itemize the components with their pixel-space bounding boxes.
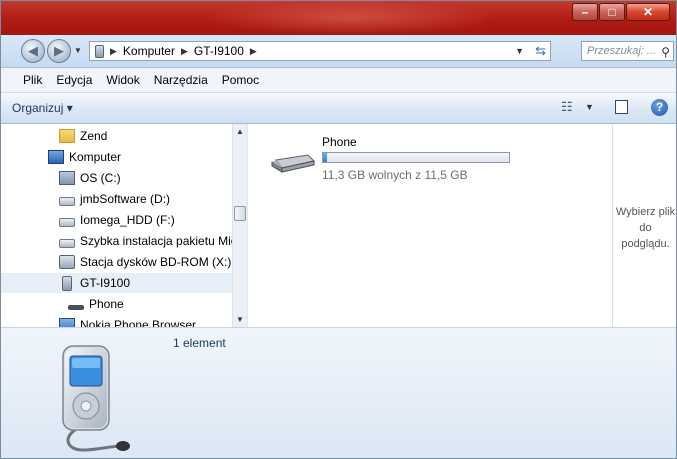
forward-arrow-icon: ▶ — [54, 43, 64, 58]
forward-button[interactable]: ▶ — [47, 39, 71, 63]
system-drive-icon — [59, 171, 75, 185]
history-dropdown-icon[interactable]: ▼ — [74, 46, 82, 55]
tree-item-bd-rom-x[interactable]: Stacja dysków BD-ROM (X:) — [1, 252, 247, 272]
tree-item-label: Iomega_HDD (F:) — [80, 213, 175, 227]
breadcrumb-gt-i9100[interactable]: GT-I9100 — [194, 44, 244, 58]
tree-item-szybka-instalacja[interactable]: Szybka instalacja pakietu Mic — [1, 231, 247, 251]
bd-rom-icon — [59, 255, 75, 269]
phone-location-icon — [95, 44, 104, 58]
phone-icon — [62, 275, 72, 291]
scroll-down-icon[interactable]: ▼ — [235, 315, 245, 324]
tree-item-phone[interactable]: Phone — [1, 294, 247, 314]
maximize-icon: □ — [608, 5, 616, 19]
window-controls: – □ ✕ — [571, 3, 670, 23]
address-bar[interactable]: ▶ Komputer ▶ GT-I9100 ▶ ▼ ⇆ — [89, 41, 551, 61]
minimize-button[interactable]: – — [572, 3, 598, 21]
minimize-icon: – — [581, 5, 589, 19]
view-dropdown-icon[interactable]: ▼ — [585, 102, 594, 112]
breadcrumb-komputer[interactable]: Komputer — [123, 44, 175, 58]
command-bar: Organizuj ▾ ☷ ▼ ? — [1, 93, 676, 124]
computer-icon — [48, 150, 64, 164]
drive-name: Phone — [322, 135, 357, 149]
tree-item-label: Phone — [89, 297, 124, 311]
file-view: Phone 11,3 GB wolnych z 11,5 GB — [248, 124, 612, 327]
storage-drive-icon — [271, 154, 316, 173]
breadcrumb-separator-icon[interactable]: ▶ — [250, 46, 257, 57]
breadcrumb-separator-icon[interactable]: ▶ — [181, 46, 188, 57]
drive-icon — [59, 196, 75, 206]
tree-item-gt-i9100[interactable]: GT-I9100 — [1, 273, 247, 293]
capacity-bar — [322, 152, 510, 163]
tree-item-komputer[interactable]: Komputer — [1, 147, 247, 167]
back-button[interactable]: ◀ — [21, 39, 45, 63]
tree-item-jmbsoftware-d[interactable]: jmbSoftware (D:) — [1, 189, 247, 209]
navigation-pane: Zend Komputer OS (C:) jmbSoftware (D:) I… — [1, 124, 247, 327]
item-count: 1 element — [173, 336, 226, 350]
nav-scrollbar[interactable]: ▲ ▼ — [232, 124, 247, 327]
preview-pane-button[interactable] — [615, 100, 628, 114]
close-icon: ✕ — [642, 5, 654, 19]
search-input[interactable]: Przeszukaj: ... ⚲ — [581, 41, 674, 61]
scroll-thumb[interactable] — [234, 206, 246, 221]
preview-message: Wybierz plik do podglądu. — [613, 204, 676, 252]
preview-pane: Wybierz plik do podglądu. — [612, 124, 676, 327]
tree-item-os-c[interactable]: OS (C:) — [1, 168, 247, 188]
tree-item-zend[interactable]: Zend — [1, 126, 247, 146]
address-row: ◀ ▶ ▼ ▶ Komputer ▶ GT-I9100 ▶ ▼ ⇆ Przesz… — [1, 35, 676, 68]
capacity-fill — [323, 153, 327, 162]
title-bar[interactable]: – □ ✕ — [1, 1, 676, 35]
tree-item-label: Komputer — [69, 150, 122, 164]
menu-bar: Plik Edycja Widok Narzędzia Pomoc — [1, 68, 676, 93]
breadcrumb-separator-icon[interactable]: ▶ — [110, 46, 117, 57]
menu-widok[interactable]: Widok — [106, 73, 139, 87]
tree-item-label: Szybka instalacja pakietu Mic — [80, 234, 237, 248]
maximize-button[interactable]: □ — [599, 3, 625, 21]
preview-line-3: podglądu. — [621, 238, 670, 250]
tree-item-nokia-phone-browser[interactable]: Nokia Phone Browser — [1, 315, 247, 327]
change-view-icon[interactable]: ☷ — [561, 99, 573, 115]
search-placeholder: Przeszukaj: ... — [587, 45, 657, 57]
tree-item-label: GT-I9100 — [80, 276, 131, 290]
preview-line-1: Wybierz plik — [615, 206, 676, 218]
drive-icon — [59, 238, 75, 248]
nokia-icon — [59, 318, 75, 327]
preview-line-2: do — [639, 222, 652, 234]
tree-item-label: Zend — [80, 129, 108, 143]
menu-plik[interactable]: Plik — [23, 73, 42, 87]
organize-button[interactable]: Organizuj ▾ — [12, 101, 73, 115]
drive-icon — [59, 217, 75, 227]
menu-edycja[interactable]: Edycja — [56, 73, 92, 87]
menu-narzedzia[interactable]: Narzędzia — [154, 73, 208, 87]
folder-icon — [59, 129, 75, 143]
media-player-icon — [62, 345, 130, 452]
search-icon[interactable]: ⚲ — [661, 43, 670, 61]
address-dropdown-icon[interactable]: ▼ — [515, 46, 524, 56]
storage-icon — [68, 304, 84, 310]
details-pane: 1 element — [1, 327, 676, 458]
tree-item-iomega-hdd-f[interactable]: Iomega_HDD (F:) — [1, 210, 247, 230]
refresh-icon[interactable]: ⇆ — [535, 43, 546, 59]
close-button[interactable]: ✕ — [626, 3, 670, 21]
menu-pomoc[interactable]: Pomoc — [222, 73, 259, 87]
tree-item-label: Stacja dysków BD-ROM (X:) — [80, 255, 232, 269]
explorer-window: – □ ✕ ◀ ▶ ▼ ▶ Komputer ▶ GT-I9100 ▶ ▼ ⇆ … — [0, 0, 677, 459]
tree-item-label: Nokia Phone Browser — [80, 318, 197, 327]
tree-item-label: OS (C:) — [80, 171, 121, 185]
back-arrow-icon: ◀ — [28, 43, 38, 58]
help-icon[interactable]: ? — [651, 99, 668, 116]
free-space-text: 11,3 GB wolnych z 11,5 GB — [322, 168, 468, 182]
tree-item-label: jmbSoftware (D:) — [80, 192, 171, 206]
scroll-up-icon[interactable]: ▲ — [235, 127, 245, 136]
